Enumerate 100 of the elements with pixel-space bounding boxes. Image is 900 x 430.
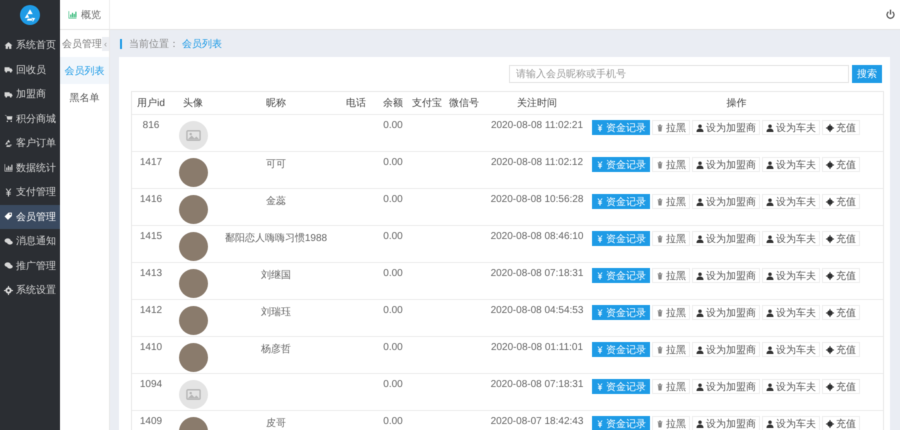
user-icon — [766, 346, 774, 354]
set-driver-button[interactable]: 设为车夫 — [762, 305, 820, 320]
yen-icon — [596, 308, 604, 316]
cart-icon — [4, 114, 13, 124]
set-franchisee-button[interactable]: 设为加盟商 — [692, 305, 760, 320]
table-cell-text: 0.00 — [382, 342, 404, 353]
table-cell-text: 1094 — [138, 379, 164, 390]
power-icon[interactable] — [885, 9, 896, 20]
blacklist-button[interactable]: 拉黑 — [652, 305, 690, 320]
set-franchisee-button[interactable]: 设为加盟商 — [692, 231, 760, 246]
user-icon — [766, 382, 774, 390]
column-header: 电话 — [345, 96, 367, 110]
blacklist-button[interactable]: 拉黑 — [652, 231, 690, 246]
sidebar-item[interactable]: 会员管理 — [0, 204, 60, 229]
sidebar-item[interactable]: 积分商城 — [0, 106, 60, 131]
column-header: 操作 — [726, 97, 748, 110]
recycle-logo-icon — [20, 5, 40, 25]
image-icon — [186, 128, 200, 143]
column-header: 余额 — [382, 96, 404, 110]
home-icon — [4, 40, 13, 50]
table-cell-text: 1413 — [138, 268, 164, 279]
yen-icon — [596, 160, 604, 168]
table-cell-text: 1409 — [138, 416, 164, 427]
user-icon — [766, 420, 774, 428]
trash-icon — [656, 382, 664, 390]
blacklist-button[interactable]: 拉黑 — [652, 157, 690, 172]
table-cell-text: 金蕊 — [265, 194, 287, 208]
set-franchisee-button[interactable]: 设为加盟商 — [692, 157, 760, 172]
recharge-button[interactable]: 充值 — [822, 342, 860, 357]
sidebar-item[interactable]: 系统首页 — [0, 33, 60, 58]
set-driver-button[interactable]: 设为车夫 — [762, 157, 820, 172]
recharge-button[interactable]: 充值 — [822, 268, 860, 283]
sidebar-item[interactable]: 消息通知 — [0, 229, 60, 254]
set-franchisee-button[interactable]: 设为加盟商 — [692, 379, 760, 394]
table-cell-text: 0.00 — [382, 120, 404, 131]
set-driver-button[interactable]: 设为车夫 — [762, 416, 820, 430]
yen-icon — [596, 124, 604, 132]
sidebar-item[interactable]: 数据统计 — [0, 156, 60, 180]
chat-icon — [4, 236, 13, 246]
sidebar-item[interactable]: 推广管理 — [0, 254, 60, 278]
set-franchisee-button[interactable]: 设为加盟商 — [692, 416, 760, 430]
truck-icon — [4, 90, 13, 99]
trash-icon — [656, 308, 664, 316]
recharge-button[interactable]: 充值 — [822, 120, 860, 135]
set-franchisee-button[interactable]: 设为加盟商 — [692, 342, 760, 357]
user-icon — [696, 124, 704, 132]
user-icon — [696, 420, 704, 428]
set-driver-button[interactable]: 设为车夫 — [762, 231, 820, 246]
blacklist-button[interactable]: 拉黑 — [652, 379, 690, 394]
subnav-item[interactable]: 黑名单 — [60, 84, 109, 111]
user-icon — [766, 234, 774, 242]
trash-icon — [656, 234, 664, 242]
set-franchisee-button[interactable]: 设为加盟商 — [692, 194, 760, 209]
blacklist-button[interactable]: 拉黑 — [652, 194, 690, 209]
yen-icon — [596, 234, 604, 242]
table-cell-text: 2020-08-08 07:18:31 — [490, 268, 584, 279]
set-driver-button[interactable]: 设为车夫 — [762, 194, 820, 209]
set-driver-button[interactable]: 设为车夫 — [762, 342, 820, 357]
bar-chart-icon — [68, 10, 77, 19]
table-cell-text: 2020-08-08 01:11:01 — [490, 342, 584, 353]
set-franchisee-button[interactable]: 设为加盟商 — [692, 268, 760, 283]
user-icon — [696, 308, 704, 316]
photo-placeholder — [178, 343, 208, 372]
column-header: 支付宝 — [411, 96, 443, 110]
blacklist-button[interactable]: 拉黑 — [652, 416, 690, 430]
blacklist-button[interactable]: 拉黑 — [652, 120, 690, 135]
tag-icon — [4, 212, 13, 222]
image-icon — [186, 387, 200, 402]
table-cell-text: 可可 — [265, 158, 287, 171]
sidebar-item[interactable]: 加盟商 — [0, 82, 60, 106]
blacklist-button[interactable]: 拉黑 — [652, 342, 690, 357]
table-cell-text: 1417 — [138, 157, 164, 168]
recharge-button[interactable]: 充值 — [822, 416, 860, 430]
recharge-button[interactable]: 充值 — [822, 194, 860, 209]
set-driver-button[interactable]: 设为车夫 — [762, 379, 820, 394]
set-franchisee-button[interactable]: 设为加盟商 — [692, 120, 760, 135]
yen-icon — [596, 272, 604, 280]
sidebar-item[interactable]: 客户订单 — [0, 131, 60, 156]
user-icon — [766, 308, 774, 316]
search-field[interactable]: 请输入会员昵称或手机号 — [509, 65, 849, 83]
recharge-button[interactable]: 充值 — [822, 305, 860, 320]
sidebar-item[interactable]: 支付管理 — [0, 180, 60, 204]
trash-icon — [656, 420, 664, 428]
set-driver-button[interactable]: 设为车夫 — [762, 120, 820, 135]
sidebar-item[interactable]: 回收员 — [0, 58, 60, 82]
column-header: 用户id — [136, 96, 166, 110]
set-driver-button[interactable]: 设为车夫 — [762, 268, 820, 283]
recharge-button[interactable]: 充值 — [822, 379, 860, 394]
table-cell-text: 1410 — [138, 342, 164, 353]
overview-tab[interactable]: 概览 — [60, 0, 110, 29]
column-header: 头像 — [182, 96, 204, 110]
table-cell-text: 2020-08-08 11:02:21 — [490, 120, 584, 131]
yen-icon — [596, 346, 604, 354]
blacklist-button[interactable]: 拉黑 — [652, 268, 690, 283]
photo-placeholder — [178, 158, 208, 187]
recharge-button[interactable]: 充值 — [822, 231, 860, 246]
sidebar-item[interactable]: 系统设置 — [0, 278, 60, 302]
recharge-button[interactable]: 充值 — [822, 157, 860, 172]
trash-icon — [656, 272, 664, 280]
photo-placeholder — [178, 269, 208, 298]
